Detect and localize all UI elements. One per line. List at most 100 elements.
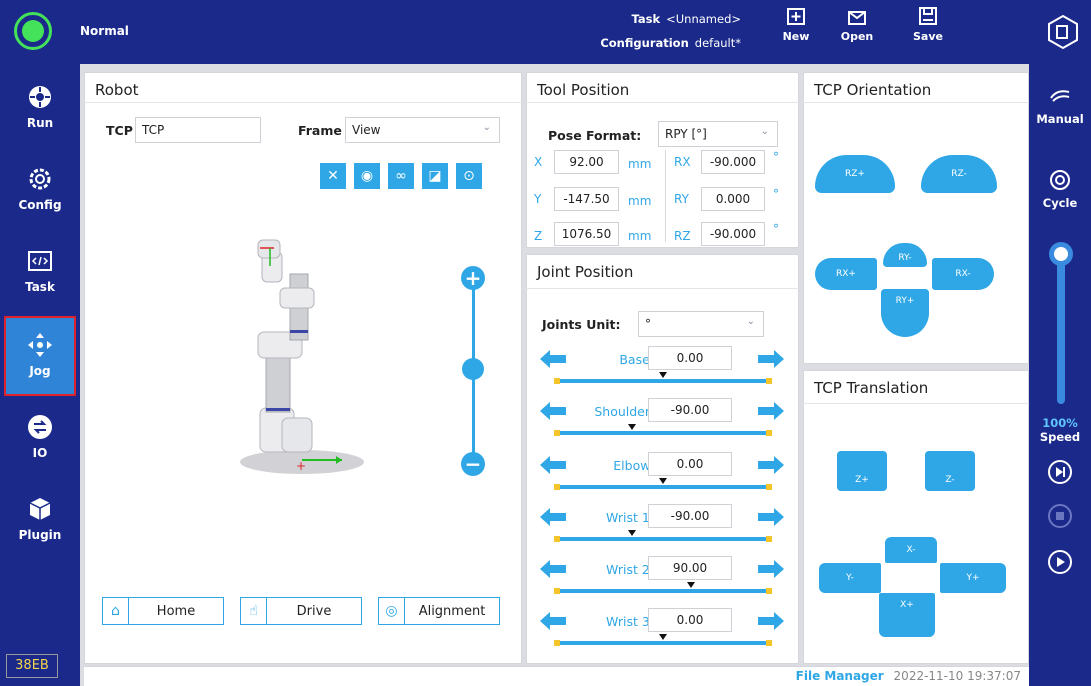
arrow-left-icon[interactable] — [540, 350, 566, 368]
speed-label: Speed — [1039, 430, 1081, 444]
arrow-left-icon[interactable] — [540, 508, 566, 526]
joints-unit-select[interactable]: ° ⌄ — [638, 311, 764, 337]
joint-value[interactable]: 0.00 — [648, 608, 732, 632]
joint-slider-track[interactable] — [554, 484, 772, 490]
x-minus-button[interactable]: X- — [885, 537, 937, 563]
robot-title: Robot — [95, 81, 139, 99]
joint-slider-marker[interactable] — [628, 424, 637, 430]
tool-link-button[interactable]: ∞ — [388, 163, 414, 189]
y-unit: mm — [628, 194, 652, 208]
tcp-input[interactable]: TCP — [135, 117, 261, 143]
ry-value[interactable]: 0.000 — [701, 187, 765, 211]
y-plus-button[interactable]: Y+ — [940, 563, 1006, 593]
joint-value[interactable]: 90.00 — [648, 556, 732, 580]
joint-position-title: Joint Position — [537, 263, 634, 281]
pose-format-select[interactable]: RPY [°] ⌄ — [658, 121, 778, 147]
arrow-right-icon[interactable] — [758, 508, 784, 526]
x-plus-button[interactable]: X+ — [879, 593, 935, 637]
arrow-left-icon[interactable] — [540, 402, 566, 420]
speed-slider-handle[interactable] — [1049, 242, 1073, 266]
step-button[interactable] — [1048, 460, 1072, 484]
z-plus-label: Z+ — [855, 475, 869, 485]
z-plus-button[interactable]: Z+ — [837, 451, 887, 491]
sidebar-item-label: Run — [26, 116, 54, 130]
stop-button[interactable] — [1048, 504, 1072, 528]
cycle-icon — [1050, 170, 1070, 190]
joint-slider-track[interactable] — [554, 430, 772, 436]
joint-value[interactable]: -90.00 — [648, 398, 732, 422]
joint-slider-marker[interactable] — [659, 372, 667, 378]
pose-format-value: RPY [°] — [665, 127, 707, 141]
sidebar-item-run[interactable]: Run — [4, 70, 76, 150]
manual-button[interactable]: Manual — [1029, 84, 1091, 126]
save-label: Save — [913, 30, 943, 43]
y-minus-label: Y- — [846, 573, 854, 583]
z-value[interactable]: 1076.50 — [554, 222, 619, 246]
frame-select[interactable]: View ⌄ — [345, 117, 500, 143]
robot-3d-view[interactable]: + — [230, 230, 380, 480]
ry-axis-label: RY — [674, 192, 689, 206]
z-minus-button[interactable]: Z- — [925, 451, 975, 491]
arrow-right-icon[interactable] — [758, 612, 784, 630]
arrow-right-icon[interactable] — [758, 456, 784, 474]
zoom-slider-handle[interactable] — [462, 358, 484, 380]
home-icon: ⌂ — [103, 598, 129, 624]
tool-wrench-button[interactable]: ✕ — [320, 163, 346, 189]
rx-plus-button[interactable]: RX+ — [815, 258, 877, 290]
rz-value[interactable]: -90.000 — [701, 222, 765, 246]
plus-icon: + — [464, 266, 482, 290]
arrow-left-icon[interactable] — [540, 612, 566, 630]
sidebar-item-io[interactable]: IO — [4, 400, 76, 480]
drive-button[interactable]: ☝ Drive — [240, 597, 362, 625]
joint-name: Wrist 2: — [606, 562, 654, 577]
joint-slider-track[interactable] — [554, 536, 772, 542]
y-plus-label: Y+ — [966, 573, 980, 583]
joint-slider-marker[interactable] — [628, 530, 637, 536]
status-indicator-icon[interactable] — [14, 12, 52, 50]
x-unit: mm — [628, 157, 652, 171]
rx-value[interactable]: -90.000 — [701, 150, 765, 174]
joint-slider-track[interactable] — [554, 588, 772, 594]
play-button[interactable] — [1048, 550, 1072, 574]
zoom-in-button[interactable]: + — [461, 266, 485, 290]
save-button[interactable]: Save — [906, 6, 950, 58]
sidebar-item-config[interactable]: Config — [4, 152, 76, 232]
tool-eye-button[interactable]: ◉ — [354, 163, 380, 189]
new-button[interactable]: New — [774, 6, 818, 58]
arrow-left-icon[interactable] — [540, 456, 566, 474]
open-button[interactable]: Open — [835, 6, 879, 58]
sidebar-item-plugin[interactable]: Plugin — [4, 482, 76, 562]
zoom-out-button[interactable]: − — [461, 452, 485, 476]
ry-plus-button[interactable]: RY+ — [881, 289, 929, 337]
x-value[interactable]: 92.00 — [554, 150, 619, 174]
sidebar-item-jog[interactable]: Jog — [4, 316, 76, 396]
y-value[interactable]: -147.50 — [554, 187, 619, 211]
arrow-right-icon[interactable] — [758, 402, 784, 420]
move-arrows-icon — [28, 333, 52, 357]
joint-value[interactable]: 0.00 — [648, 452, 732, 476]
joint-value[interactable]: -90.00 — [648, 504, 732, 528]
home-button[interactable]: ⌂ Home — [102, 597, 224, 625]
frame-label: Frame — [298, 123, 342, 138]
arrow-left-icon[interactable] — [540, 560, 566, 578]
tool-target-button[interactable]: ⊙ — [456, 163, 482, 189]
alignment-button[interactable]: ◎ Alignment — [378, 597, 500, 625]
joint-slider-marker[interactable] — [687, 582, 696, 588]
tool-eraser-button[interactable]: ◪ — [422, 163, 448, 189]
joint-slider-marker[interactable] — [659, 478, 667, 484]
cycle-button[interactable]: Cycle — [1029, 168, 1091, 210]
speed-slider-track[interactable] — [1057, 249, 1065, 404]
arrow-right-icon[interactable] — [758, 350, 784, 368]
rx-minus-button[interactable]: RX- — [932, 258, 994, 290]
arrow-right-icon[interactable] — [758, 560, 784, 578]
joint-slider-marker[interactable] — [659, 634, 667, 640]
y-minus-button[interactable]: Y- — [819, 563, 881, 593]
rx-minus-label: RX- — [955, 269, 971, 279]
file-manager-link[interactable]: File Manager — [796, 669, 884, 683]
sidebar-item-task[interactable]: Task — [4, 234, 76, 314]
sidebar-item-label: Plugin — [18, 528, 62, 542]
joint-slider-track[interactable] — [554, 378, 772, 384]
eraser-icon: ◪ — [428, 168, 442, 184]
joint-value[interactable]: 0.00 — [648, 346, 732, 370]
joint-slider-track[interactable] — [554, 640, 772, 646]
